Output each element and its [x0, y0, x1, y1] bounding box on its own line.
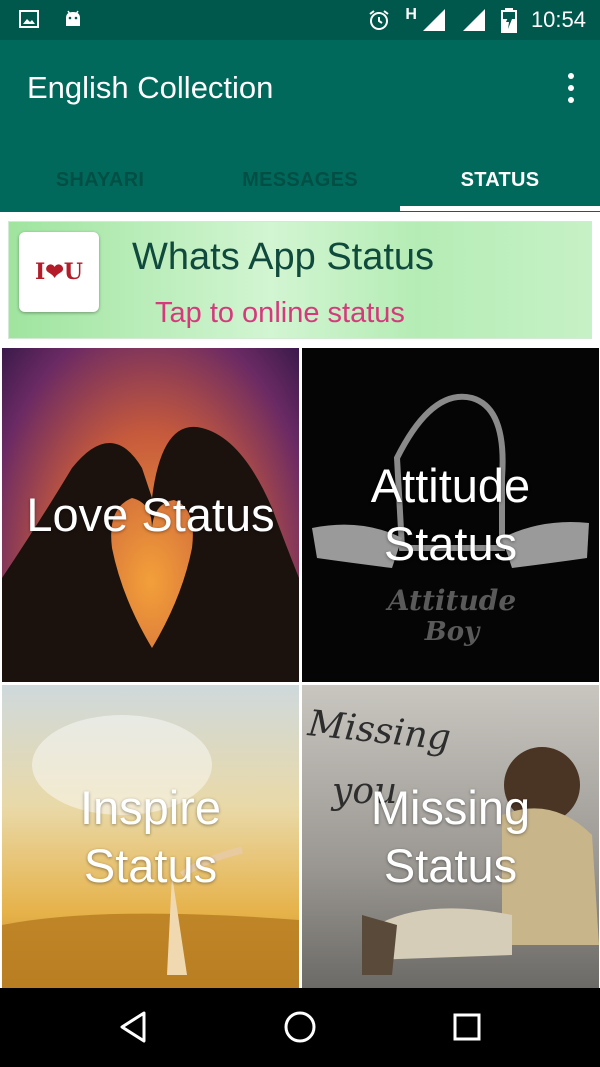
recents-icon[interactable] — [452, 1010, 482, 1044]
gallery-icon — [19, 10, 39, 28]
image-caption: Missing — [305, 703, 453, 759]
app-title: English Collection — [27, 70, 274, 105]
whatsapp-status-banner[interactable]: I❤U Whats App Status Tap to online statu… — [8, 221, 592, 339]
love-status-tile[interactable]: Love Status — [2, 348, 299, 682]
inspire-status-tile[interactable]: Inspire Status — [2, 685, 299, 988]
android-icon — [66, 10, 80, 26]
status-bar: H 10:54 — [0, 0, 600, 40]
image-caption: Boy — [424, 617, 481, 647]
tab-shayari[interactable]: SHAYARI — [0, 148, 200, 212]
i-love-you-logo: I❤U — [19, 232, 99, 312]
home-icon[interactable] — [283, 1010, 317, 1044]
signal-icon — [422, 9, 445, 31]
tile-label: Inspire — [79, 780, 222, 834]
network-type-label: H — [405, 6, 417, 23]
status-category-grid: Love Status Attitude Boy Attitude Status… — [0, 346, 600, 988]
tab-messages[interactable]: MESSAGES — [200, 148, 400, 212]
attitude-status-tile[interactable]: Attitude Boy Attitude Status — [302, 348, 599, 682]
back-icon[interactable] — [118, 1010, 150, 1044]
tab-indicator — [400, 206, 600, 211]
system-nav-bar — [0, 988, 600, 1067]
app-bar: English Collection SHAYARI MESSAGES STAT… — [0, 40, 600, 212]
alarm-icon — [369, 10, 389, 30]
banner-subtitle: Tap to online status — [155, 297, 405, 329]
battery-icon — [500, 8, 517, 33]
missing-status-tile[interactable]: Missing you Missing Status — [302, 685, 599, 988]
tile-label: Missing — [370, 780, 531, 834]
image-caption: Attitude — [385, 584, 516, 617]
tile-label: Status — [83, 838, 218, 892]
tile-label: Love Status — [26, 488, 275, 541]
logo-text: I❤U — [35, 259, 83, 285]
more-vert-icon[interactable] — [566, 73, 576, 103]
tab-bar: SHAYARI MESSAGES STATUS — [0, 148, 600, 212]
tab-status[interactable]: STATUS — [400, 148, 600, 212]
clock: 10:54 — [530, 7, 586, 32]
signal-icon — [462, 9, 485, 31]
tile-label: Status — [383, 517, 518, 570]
tile-label: Attitude — [370, 459, 531, 512]
banner-title: Whats App Status — [132, 236, 435, 278]
tile-label: Status — [383, 838, 518, 892]
